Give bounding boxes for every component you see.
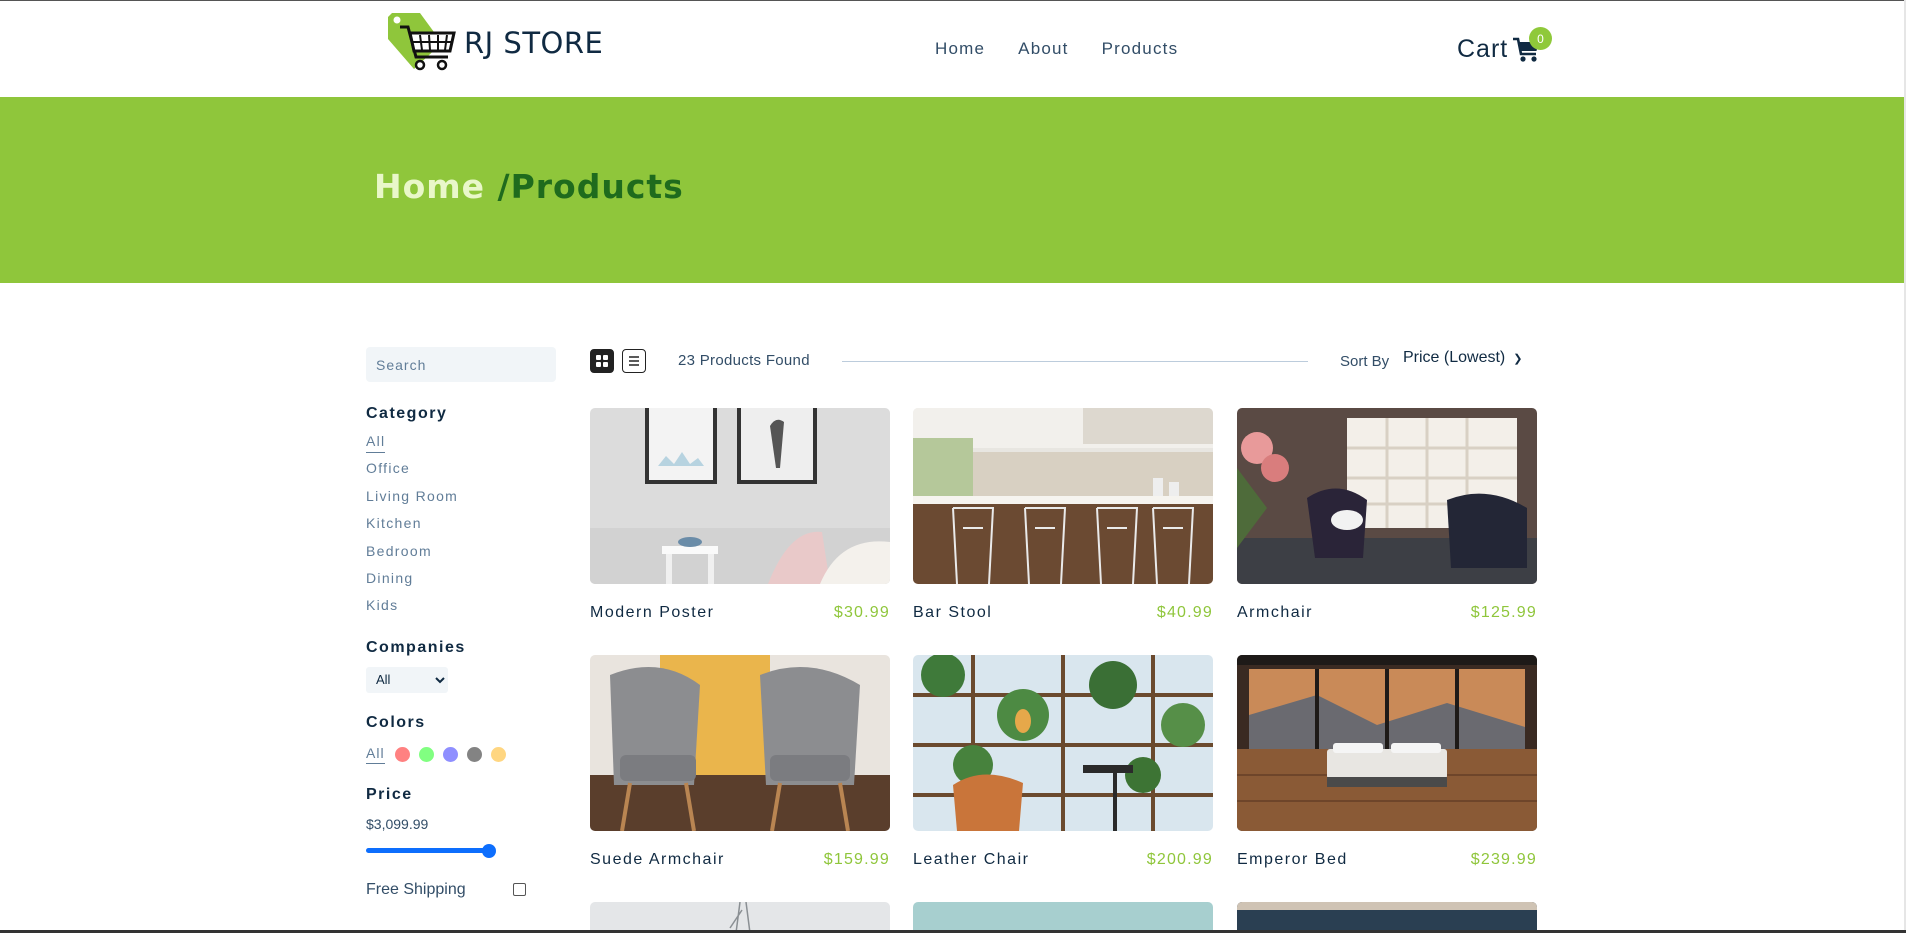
grid-view-button[interactable] — [590, 349, 614, 373]
color-swatch-blue[interactable] — [442, 746, 458, 762]
page-hero: Home /Products — [0, 97, 1904, 283]
product-info: Armchair $125.99 — [1237, 604, 1537, 622]
list-icon — [629, 356, 639, 366]
price-heading: Price — [366, 785, 413, 803]
price-slider-track — [366, 847, 492, 853]
cart-label: Cart — [1457, 35, 1509, 63]
category-item-dining[interactable]: Dining — [366, 570, 566, 597]
color-swatch-red[interactable] — [394, 746, 410, 762]
company-select[interactable]: All — [366, 666, 448, 693]
product-price: $125.99 — [1470, 604, 1537, 621]
product-name: Leather Chair — [913, 851, 1030, 868]
product-card-leather-chair[interactable]: Leather Chair $200.99 — [913, 655, 1213, 869]
toolbar-divider — [842, 361, 1308, 362]
product-image[interactable] — [590, 902, 890, 933]
logo[interactable]: RJ STORE — [386, 9, 603, 77]
category-item-living-room[interactable]: Living Room — [366, 488, 566, 515]
chevron-down-icon: ❯ — [1513, 352, 1523, 365]
product-image[interactable] — [1237, 408, 1537, 584]
color-all-button[interactable]: All — [366, 745, 385, 764]
product-image[interactable] — [913, 655, 1213, 831]
product-card-partial[interactable] — [1237, 902, 1537, 933]
product-info: Emperor Bed $239.99 — [1237, 851, 1537, 869]
color-swatch-green[interactable] — [418, 746, 434, 762]
product-price: $239.99 — [1470, 851, 1537, 868]
brand-name: RJ STORE — [464, 26, 604, 60]
product-image[interactable] — [913, 902, 1213, 933]
main-nav: Home About Products — [935, 39, 1178, 59]
category-label: Dining — [366, 569, 414, 586]
sort-selected-value: Price (Lowest) — [1403, 349, 1506, 366]
search-input[interactable] — [366, 347, 556, 382]
category-label: Kids — [366, 597, 399, 614]
product-info: Modern Poster $30.99 — [590, 604, 890, 622]
product-image[interactable] — [913, 408, 1213, 584]
category-item-kids[interactable]: Kids — [366, 597, 566, 624]
products-found-count: 23 Products Found — [678, 352, 810, 369]
product-name: Emperor Bed — [1237, 851, 1348, 868]
nav-link-products[interactable]: Products — [1102, 39, 1179, 59]
product-name: Modern Poster — [590, 604, 715, 621]
product-card-armchair[interactable]: Armchair $125.99 — [1237, 408, 1537, 622]
cart-button[interactable]: Cart 0 — [1457, 27, 1552, 64]
free-shipping-label: Free Shipping — [366, 880, 466, 898]
breadcrumb: Home /Products — [374, 167, 684, 206]
product-price: $30.99 — [833, 604, 890, 621]
category-label: Bedroom — [366, 542, 432, 559]
category-label: Living Room — [366, 487, 459, 504]
breadcrumb-current: /Products — [497, 167, 684, 206]
cart-count-badge: 0 — [1529, 27, 1552, 50]
product-card-partial[interactable] — [590, 902, 890, 933]
shopping-cart-logo-icon — [388, 13, 456, 71]
product-card-emperor-bed[interactable]: Emperor Bed $239.99 — [1237, 655, 1537, 869]
grid-icon — [596, 355, 608, 367]
colors-heading: Colors — [366, 713, 426, 731]
sort-select[interactable]: Price (Lowest) ❯ — [1403, 349, 1522, 367]
product-image[interactable] — [1237, 655, 1537, 831]
product-name: Armchair — [1237, 604, 1314, 621]
companies-heading: Companies — [366, 638, 466, 656]
product-price: $40.99 — [1156, 604, 1213, 621]
list-view-button[interactable] — [622, 349, 646, 373]
navbar: RJ STORE Home About Products Cart 0 — [0, 1, 1904, 97]
product-info: Leather Chair $200.99 — [913, 851, 1213, 869]
category-label: All — [366, 433, 386, 453]
color-swatch-yellow[interactable] — [490, 746, 506, 762]
price-value: $3,099.99 — [366, 815, 429, 832]
price-slider-thumb[interactable] — [482, 843, 496, 858]
product-image[interactable] — [590, 408, 890, 584]
product-image[interactable] — [590, 655, 890, 831]
category-item-office[interactable]: Office — [366, 460, 566, 487]
product-card-modern-poster[interactable]: Modern Poster $30.99 — [590, 408, 890, 622]
price-slider[interactable] — [366, 843, 496, 858]
color-swatch-gray[interactable] — [466, 746, 482, 762]
product-card-bar-stool[interactable]: Bar Stool $40.99 — [913, 408, 1213, 622]
product-info: Bar Stool $40.99 — [913, 604, 1213, 622]
category-label: Kitchen — [366, 515, 422, 532]
product-info: Suede Armchair $159.99 — [590, 851, 890, 869]
product-price: $200.99 — [1146, 851, 1213, 868]
product-name: Bar Stool — [913, 604, 993, 621]
product-name: Suede Armchair — [590, 851, 725, 868]
free-shipping-row: Free Shipping — [366, 881, 566, 899]
category-heading: Category — [366, 405, 448, 422]
color-filter: All — [366, 745, 566, 764]
category-label: Office — [366, 460, 411, 477]
category-item-bedroom[interactable]: Bedroom — [366, 543, 566, 570]
nav-link-about[interactable]: About — [1018, 39, 1068, 59]
product-card-partial[interactable] — [913, 902, 1213, 933]
free-shipping-checkbox[interactable] — [513, 883, 526, 897]
products-toolbar: 23 Products Found Sort By Price (Lowest)… — [590, 349, 1537, 375]
category-item-kitchen[interactable]: Kitchen — [366, 515, 566, 542]
product-image[interactable] — [1237, 902, 1537, 933]
category-item-all[interactable]: All — [366, 433, 566, 460]
category-list: All Office Living Room Kitchen Bedroom D… — [366, 433, 566, 625]
nav-link-home[interactable]: Home — [935, 39, 985, 59]
sort-label: Sort By — [1340, 353, 1390, 370]
product-card-suede-armchair[interactable]: Suede Armchair $159.99 — [590, 655, 890, 869]
breadcrumb-home-link[interactable]: Home — [374, 167, 498, 206]
product-price: $159.99 — [823, 851, 890, 868]
filters-sidebar: Category All Office Living Room Kitchen … — [366, 347, 566, 899]
